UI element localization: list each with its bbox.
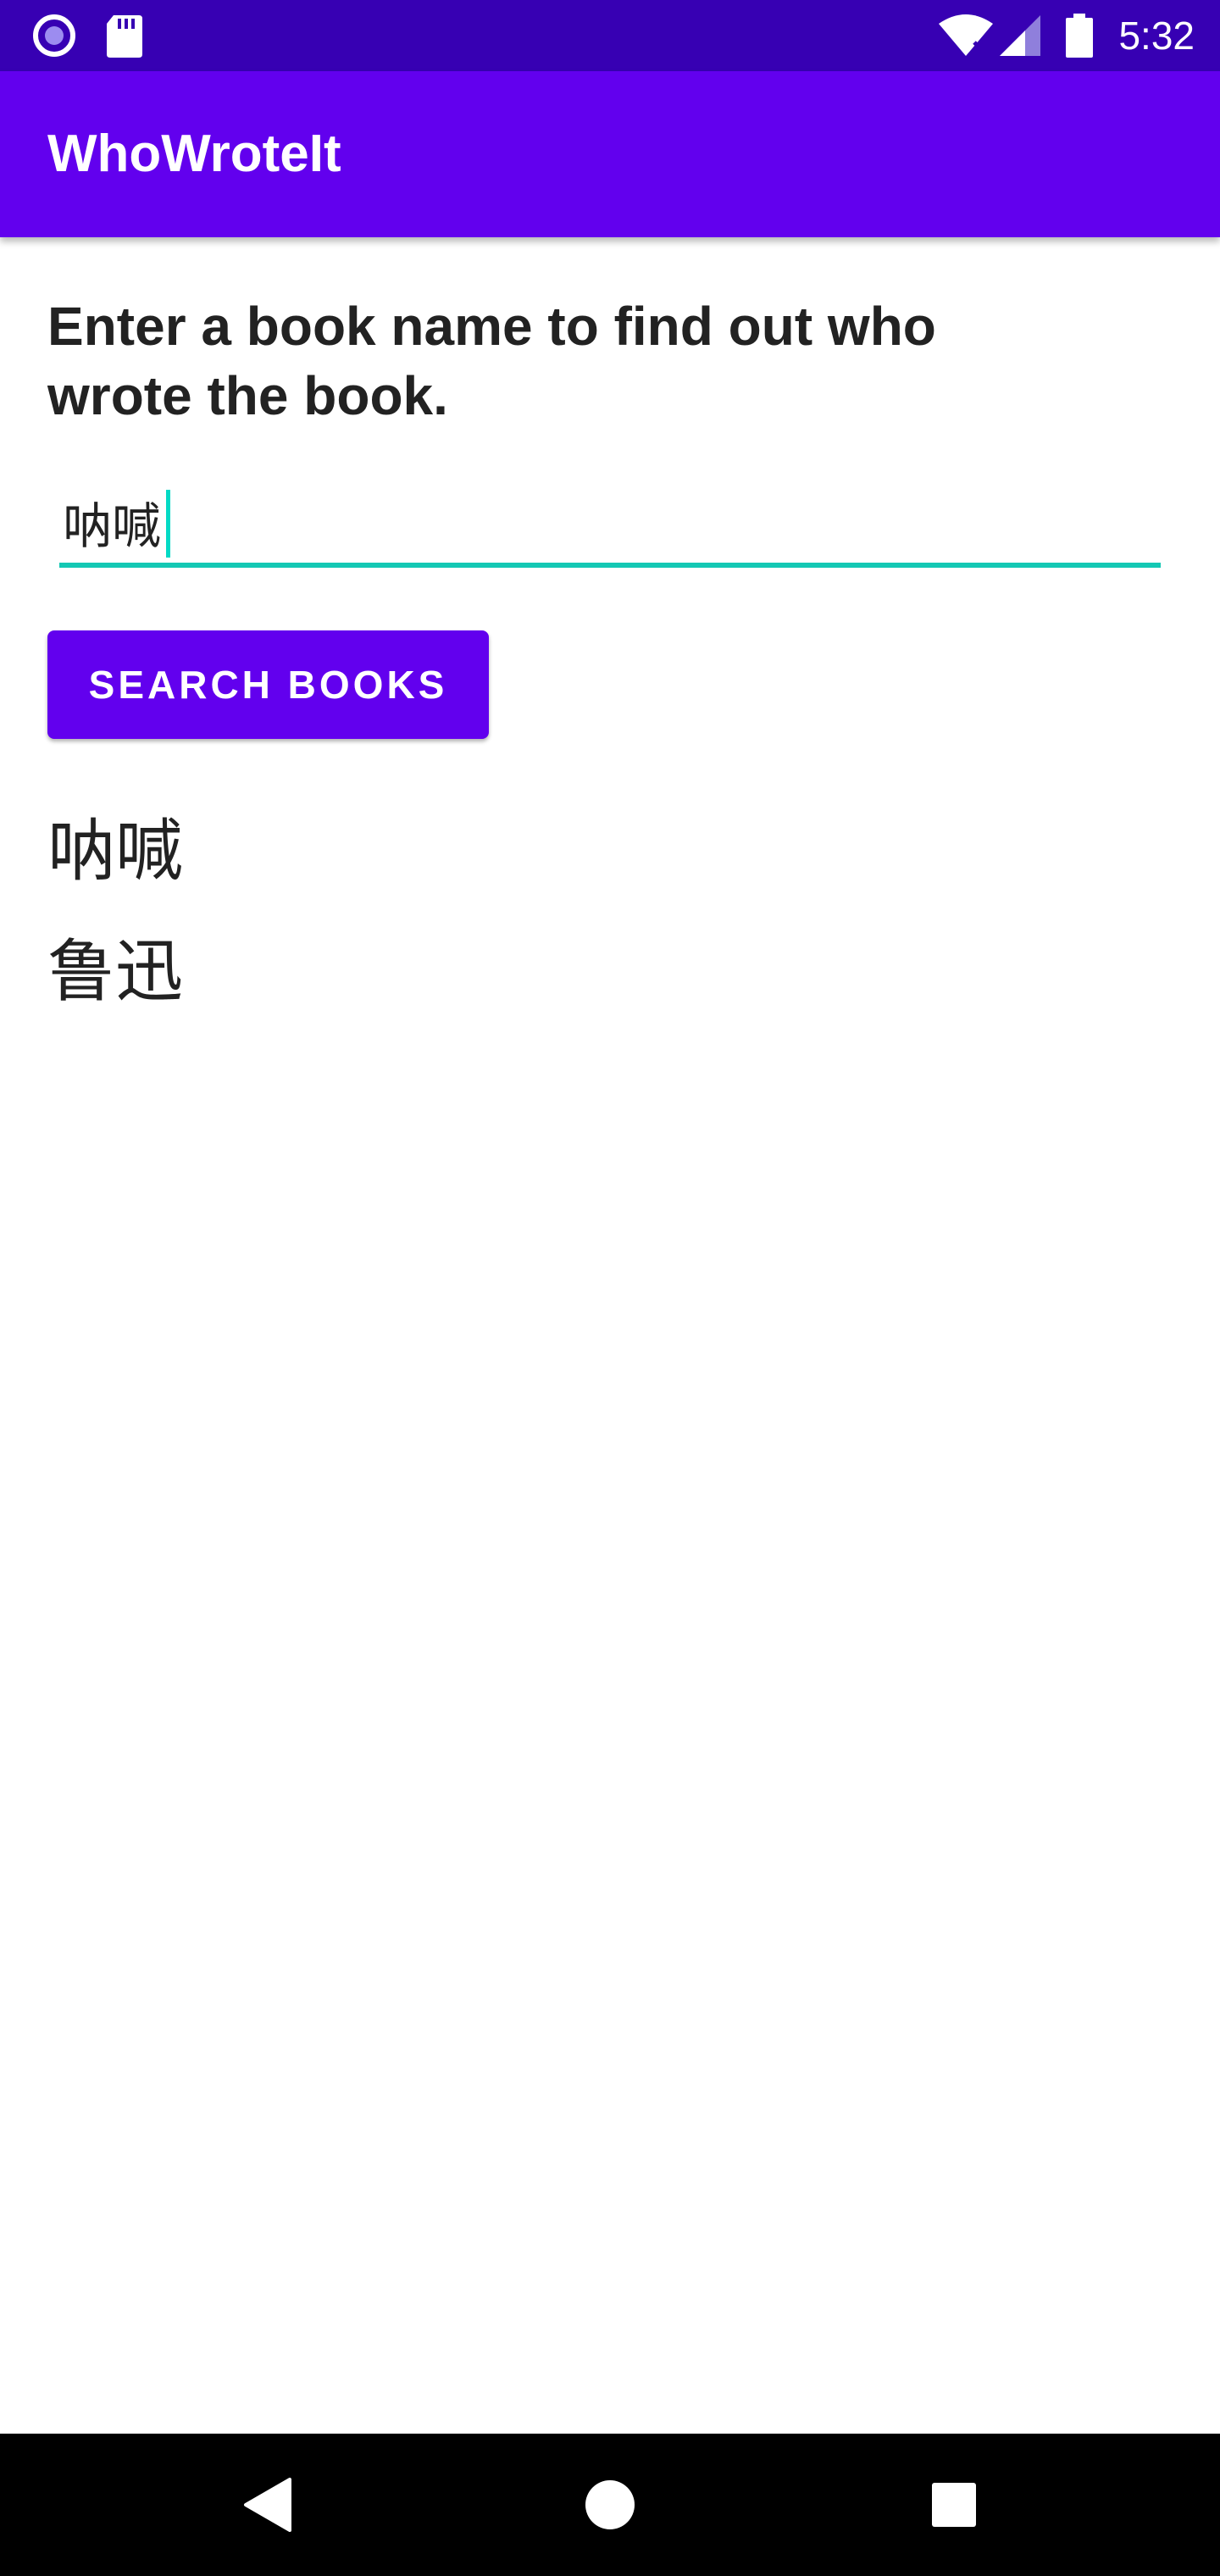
battery-icon: [1064, 12, 1095, 63]
back-icon[interactable]: [234, 2471, 302, 2539]
search-books-button[interactable]: SEARCH BOOKS: [47, 630, 489, 739]
sd-card-icon: [105, 12, 144, 63]
app-bar: WhoWroteIt: [0, 71, 1220, 237]
app-title: WhoWroteIt: [47, 125, 341, 183]
recents-icon[interactable]: [920, 2471, 988, 2539]
cell-signal-icon: [996, 12, 1044, 63]
screen: 5:32 WhoWroteIt Enter a book name to fin…: [0, 0, 1220, 2576]
status-bar: 5:32: [0, 0, 1220, 71]
notification-dot-icon: [30, 12, 78, 63]
input-underline: [59, 563, 1161, 568]
navigation-bar: [0, 2434, 1220, 2576]
home-icon[interactable]: [576, 2471, 644, 2539]
book-name-input[interactable]: [59, 481, 1164, 563]
instructions-text: Enter a book name to find out who wrote …: [47, 296, 936, 426]
text-cursor: [166, 490, 170, 558]
wifi-icon: [937, 12, 995, 63]
result-book-title: 呐喊: [47, 812, 183, 891]
book-input-container[interactable]: [59, 481, 1164, 569]
status-time: 5:32: [1118, 14, 1195, 58]
result-book-author: 鲁迅: [47, 932, 183, 1011]
